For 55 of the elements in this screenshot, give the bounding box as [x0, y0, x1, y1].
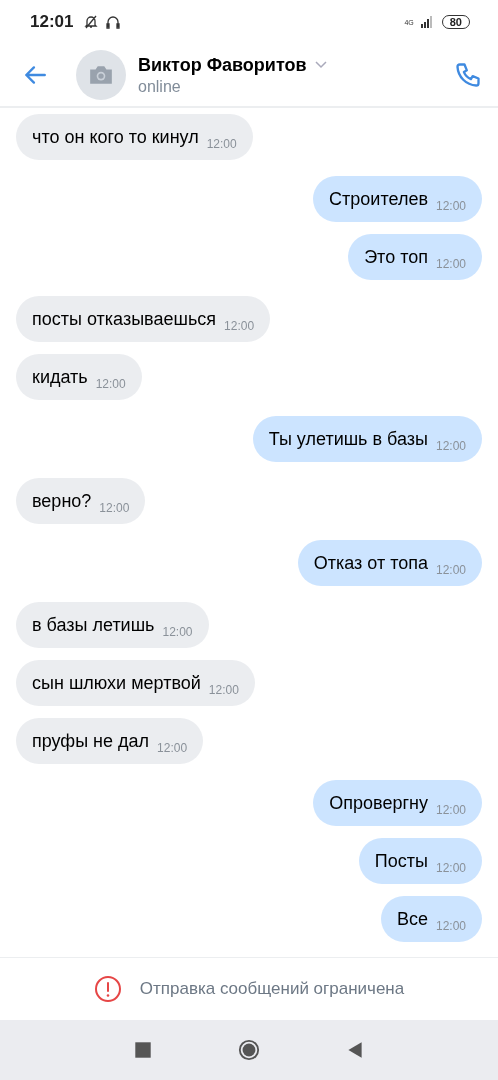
message-bubble[interactable]: Ты улетишь в базы 12:00	[252, 416, 482, 462]
message-time: 12:00	[435, 199, 466, 213]
message-text: в базы летишь	[32, 614, 155, 636]
message-time: 12:00	[99, 501, 130, 515]
message-bubble[interactable]: Все 12:00	[380, 896, 482, 942]
message-time: 12:00	[435, 563, 466, 577]
message-text: Посты	[374, 850, 428, 872]
message-text: Строителев	[329, 188, 428, 210]
online-status: online	[138, 77, 182, 96]
message-bubble[interactable]: посты отказываешься 12:00	[16, 296, 271, 342]
message-bubble[interactable]: верно? 12:00	[16, 478, 146, 524]
message-bubble[interactable]: Строителев 12:00	[313, 176, 482, 222]
recent-apps-icon[interactable]	[132, 1039, 154, 1061]
restriction-notice: Отправка сообщений ограничена	[139, 979, 405, 999]
message-text: верно?	[32, 490, 92, 512]
contact-name[interactable]: Виктор Фаворитов	[138, 54, 307, 76]
message-text: Это топ	[364, 246, 428, 268]
message-text: что он кого то кинул	[32, 126, 199, 148]
message-time: 12:00	[435, 257, 466, 271]
message-time: 12:00	[208, 683, 239, 697]
message-bubble[interactable]: Отказ от топа 12:00	[297, 540, 482, 586]
bell-off-icon	[83, 14, 100, 30]
message-time: 12:00	[435, 803, 466, 817]
message-time: 12:00	[162, 625, 193, 639]
avatar[interactable]	[76, 50, 126, 100]
message-time: 12:00	[157, 741, 188, 755]
message-text: посты отказываешься	[32, 308, 217, 330]
message-time: 12:00	[435, 861, 466, 875]
message-bubble[interactable]: сын шлюхи мертвой 12:00	[16, 660, 255, 706]
home-icon[interactable]	[238, 1039, 260, 1061]
message-time: 12:00	[435, 439, 466, 453]
message-bubble[interactable]: кидать 12:00	[16, 354, 142, 400]
message-bubble[interactable]: Посты 12:00	[358, 838, 482, 884]
headphones-icon	[105, 14, 122, 30]
message-text: Опровергну	[329, 792, 428, 814]
message-bubble[interactable]: что он кого то кинул 12:00	[16, 114, 253, 160]
phone-icon[interactable]	[454, 61, 482, 89]
message-bubble[interactable]: Это топ 12:00	[348, 234, 482, 280]
message-text: кидать	[32, 366, 88, 388]
message-time: 12:00	[206, 137, 237, 151]
message-text: Отказ от топа	[313, 552, 428, 574]
message-bubble[interactable]: пруфы не дал 12:00	[16, 718, 204, 764]
message-time: 12:00	[435, 919, 466, 933]
camera-icon	[88, 64, 114, 86]
message-time: 12:00	[224, 319, 255, 333]
message-text: пруфы не дал	[32, 730, 150, 752]
message-bubble[interactable]: в базы летишь 12:00	[16, 602, 209, 648]
message-bubble[interactable]: Опровергну 12:00	[313, 780, 482, 826]
message-text: Все	[396, 908, 428, 930]
message-text: сын шлюхи мертвой	[32, 672, 201, 694]
clock: 12:01	[30, 12, 74, 32]
message-text: Ты улетишь в базы	[268, 428, 428, 450]
chevron-down-icon[interactable]	[314, 61, 327, 69]
message-time: 12:00	[95, 377, 126, 391]
warning-icon	[93, 975, 122, 1003]
